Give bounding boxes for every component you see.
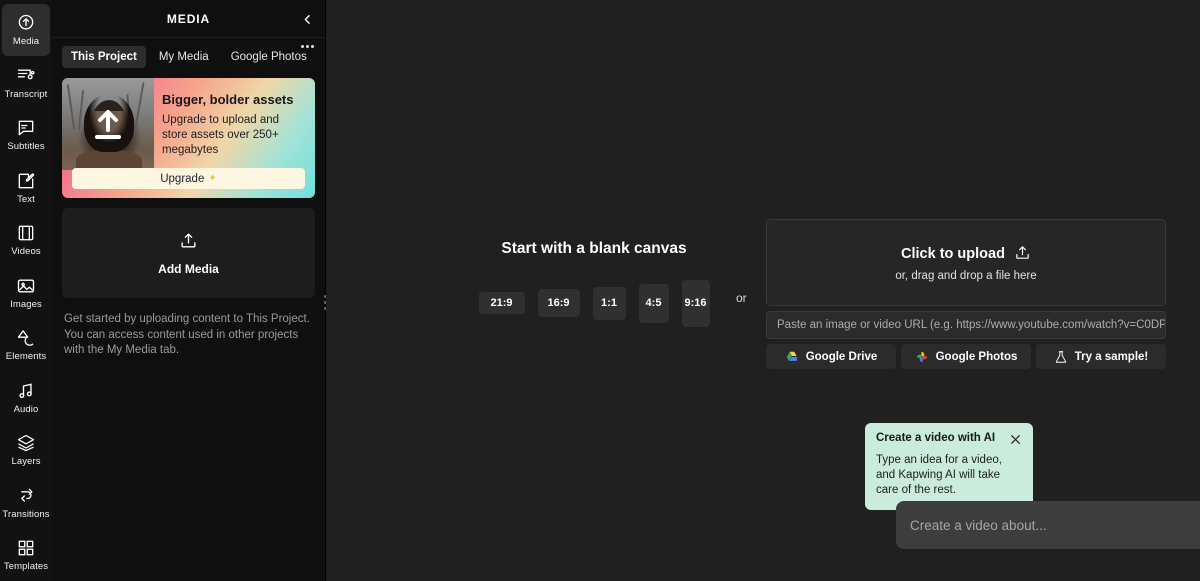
ai-prompt-input[interactable]: Create a video about... [896,501,1200,549]
sidebar-item-transcript[interactable]: Transcript [2,56,50,108]
sidebar-item-transitions[interactable]: Transitions [2,476,50,528]
ratio-button-21-9[interactable]: 21:9 [479,292,525,314]
try-sample-button[interactable]: Try a sample! [1036,344,1166,369]
upgrade-promo-card[interactable]: Bigger, bolder assets Upgrade to upload … [62,78,315,198]
sidebar-label: Text [17,195,35,205]
google-drive-button[interactable]: Google Drive [766,344,896,369]
film-icon [16,223,36,243]
tab-this-project[interactable]: This Project [62,46,146,68]
sidebar-item-videos[interactable]: Videos [2,214,50,266]
upgrade-button[interactable]: Upgrade ✦ [72,168,305,189]
dot [311,45,314,48]
sidebar-label: Videos [11,247,40,257]
sidebar-label: Images [10,300,42,310]
add-media-button[interactable]: Add Media [62,208,315,298]
media-tabs: This Project My Media Google Photos [52,38,325,68]
dropzone-title: Click to upload [901,246,1005,262]
more-options-icon[interactable] [298,40,316,52]
main-canvas-area: Start with a blank canvas 21:9 16:9 1:1 … [326,0,1200,581]
sidebar-label: Templates [4,562,48,572]
tab-my-media[interactable]: My Media [150,46,218,68]
google-photos-icon [915,350,929,364]
ai-tooltip-body: Type an idea for a video, and Kapwing AI… [876,453,1022,499]
sidebar-label: Layers [11,457,40,467]
ratio-button-16-9[interactable]: 16:9 [538,289,580,317]
google-drive-label: Google Drive [806,351,878,363]
blank-canvas-section: Start with a blank canvas 21:9 16:9 1:1 … [444,240,744,331]
sparkle-icon: ✦ [208,173,216,184]
promo-thumbnail [62,78,154,170]
google-drive-icon [785,350,799,364]
upload-dropzone[interactable]: Click to upload or, drag and drop a file… [766,219,1166,306]
upload-sources-row: Google Drive Google Photos [766,344,1166,369]
transitions-icon [16,486,36,506]
transcript-icon [16,66,36,86]
sidebar-item-images[interactable]: Images [2,266,50,318]
sidebar-item-text[interactable]: Text [2,161,50,213]
layers-icon [16,433,36,453]
text-edit-icon [16,171,36,191]
sidebar-item-subtitles[interactable]: Subtitles [2,109,50,161]
media-upload-icon [16,13,36,33]
audio-note-icon [16,381,36,401]
try-sample-label: Try a sample! [1075,351,1149,363]
dropzone-title-row: Click to upload [901,244,1031,265]
promo-copy: Bigger, bolder assets Upgrade to upload … [162,92,305,158]
aspect-ratio-row: 21:9 16:9 1:1 4:5 9:16 [479,275,710,331]
dot [301,45,304,48]
panel-title: MEDIA [167,12,210,26]
sidebar-label: Audio [14,405,39,415]
sidebar-item-media[interactable]: Media [2,4,50,56]
upgrade-button-label: Upgrade [160,173,204,185]
upload-section: Click to upload or, drag and drop a file… [766,219,1166,369]
ai-tooltip-header: Create a video with AI [876,432,1022,446]
media-url-input[interactable]: Paste an image or video URL (e.g. https:… [766,311,1166,339]
sidebar-item-layers[interactable]: Layers [2,424,50,476]
upload-arrow-icon [90,104,126,144]
ai-tooltip: Create a video with AI Type an idea for … [865,423,1033,510]
sidebar-label: Media [13,37,39,47]
promo-body: Upgrade to upload and store assets over … [162,113,305,159]
sidebar-label: Transcript [5,90,48,100]
promo-heading: Bigger, bolder assets [162,92,305,108]
flask-icon [1054,350,1068,364]
sidebar-item-elements[interactable]: Elements [2,319,50,371]
ai-prompt-placeholder: Create a video about... [910,518,1200,533]
or-separator-label: or [736,291,747,305]
close-icon[interactable] [1009,433,1022,446]
media-panel: MEDIA This Project My Media Google Photo… [52,0,326,581]
chevron-left-icon[interactable] [297,9,317,29]
google-photos-button[interactable]: Google Photos [901,344,1031,369]
ratio-button-9-16[interactable]: 9:16 [682,280,710,327]
dropzone-subtitle: or, drag and drop a file here [895,270,1036,282]
blank-canvas-title: Start with a blank canvas [501,240,686,258]
elements-icon [16,328,36,348]
left-nav-rail: Media Transcript Subtitles [0,0,52,581]
ratio-button-1-1[interactable]: 1:1 [593,287,626,320]
sidebar-label: Elements [6,352,46,362]
upload-icon [1014,244,1031,265]
ai-tooltip-title: Create a video with AI [876,432,995,444]
sidebar-label: Transitions [2,510,49,520]
image-icon [16,276,36,296]
sidebar-item-templates[interactable]: Templates [2,529,50,581]
add-media-label: Add Media [158,262,219,276]
templates-grid-icon [16,538,36,558]
ratio-button-4-5[interactable]: 4:5 [639,284,669,323]
subtitles-icon [16,118,36,138]
media-panel-header: MEDIA [52,0,325,38]
sidebar-label: Subtitles [7,142,44,152]
dot [306,45,309,48]
editor-root: Media Transcript Subtitles [0,0,1200,581]
sidebar-item-audio[interactable]: Audio [2,371,50,423]
media-url-placeholder: Paste an image or video URL (e.g. https:… [777,319,1166,331]
upload-icon [179,231,198,255]
google-photos-label: Google Photos [936,351,1018,363]
media-panel-hint: Get started by uploading content to This… [64,312,313,359]
